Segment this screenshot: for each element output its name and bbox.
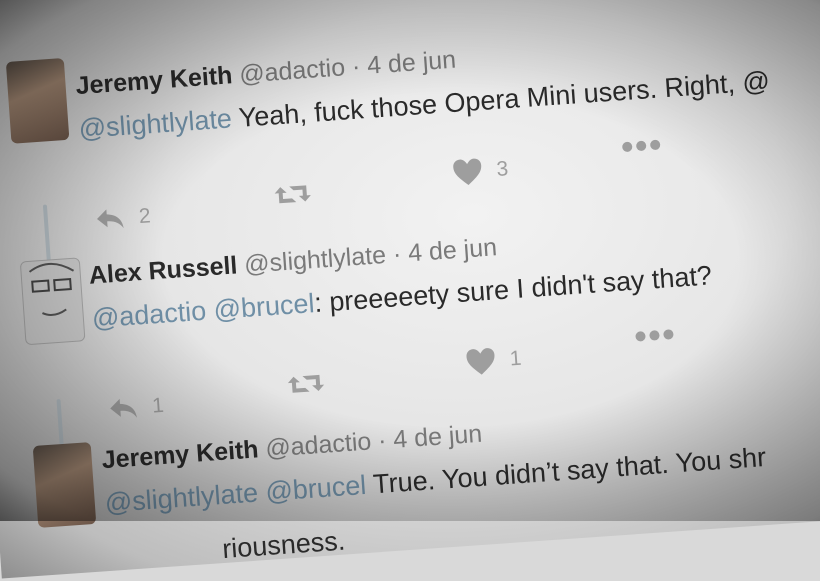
like-count: 1: [508, 346, 523, 371]
retweet-icon: [287, 374, 325, 393]
retweet-button[interactable]: [273, 181, 313, 208]
tweet-1[interactable]: Jeremy Keith @adactio · 4 de jun @slight…: [0, 0, 820, 229]
like-button[interactable]: 3: [452, 155, 510, 187]
tweet-body-continuation: riousness.: [221, 525, 347, 565]
author-handle[interactable]: @adactio: [238, 53, 346, 88]
more-button[interactable]: [621, 139, 662, 154]
reply-icon: [110, 398, 137, 418]
author-name[interactable]: Jeremy Keith: [101, 435, 260, 474]
avatar[interactable]: [5, 57, 70, 144]
heart-icon: [466, 348, 495, 375]
like-count: 3: [495, 157, 509, 182]
more-icon: [635, 329, 674, 342]
reply-icon: [97, 209, 124, 229]
mention-link[interactable]: @slightlylate: [78, 103, 233, 144]
thread-connector: [42, 204, 52, 265]
author-name[interactable]: Jeremy Keith: [75, 61, 234, 100]
retweet-icon: [274, 185, 311, 204]
author-handle[interactable]: @slightlylate: [243, 241, 387, 279]
timeline: Jeremy Keith @adactio · 4 de jun @slight…: [0, 0, 820, 579]
tweet-actions: 2 3: [83, 139, 684, 237]
avatar-drawing-icon: [28, 262, 75, 316]
more-icon: [622, 139, 661, 152]
like-button[interactable]: 1: [465, 345, 523, 377]
retweet-button[interactable]: [286, 371, 326, 398]
avatar[interactable]: [32, 442, 97, 528]
heart-icon: [453, 158, 482, 186]
mention-link[interactable]: @brucel: [264, 470, 367, 507]
tweet-text-continuation: riousness.: [221, 526, 346, 566]
reply-button[interactable]: 2: [94, 204, 151, 232]
tweet-date[interactable]: · 4 de jun: [351, 46, 457, 81]
mention-link[interactable]: @adactio: [91, 296, 207, 334]
reply-button[interactable]: 1: [107, 393, 165, 422]
more-button[interactable]: [634, 328, 675, 343]
mention-link[interactable]: @slightlylate: [104, 478, 259, 519]
author-handle[interactable]: @adactio: [264, 427, 372, 462]
author-name[interactable]: Alex Russell: [88, 251, 238, 289]
reply-count: 2: [138, 204, 152, 229]
mention-link[interactable]: @brucel: [213, 288, 316, 325]
tweet-date[interactable]: · 4 de jun: [392, 233, 498, 268]
tweet-actions: 1 1: [97, 329, 698, 427]
reply-count: 1: [151, 393, 165, 418]
thread-connector: [56, 399, 64, 450]
avatar[interactable]: [19, 257, 86, 346]
tweet-date[interactable]: · 4 de jun: [377, 420, 483, 455]
